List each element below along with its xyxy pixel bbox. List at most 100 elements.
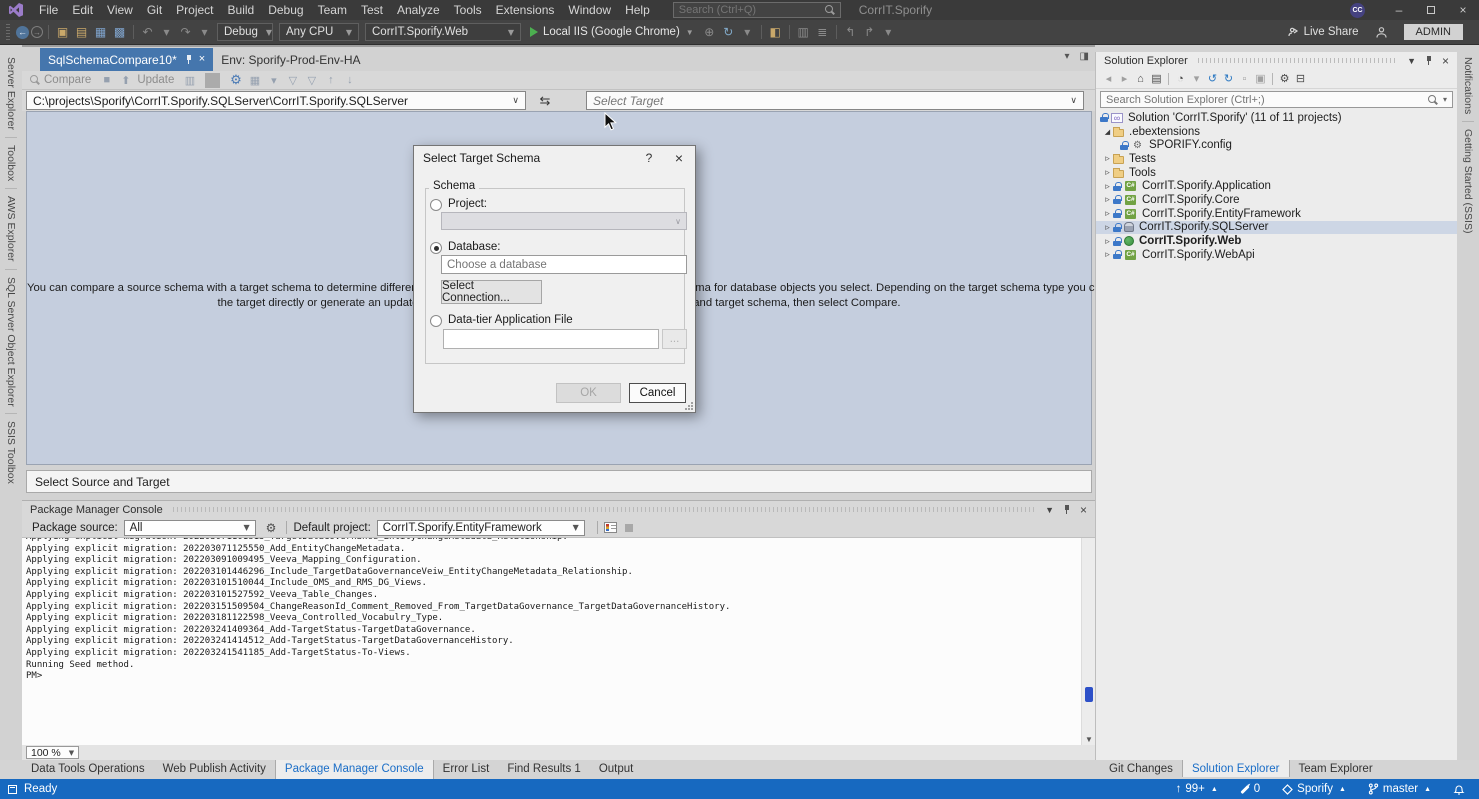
repository-picker[interactable]: Sporify ▲	[1282, 783, 1346, 795]
branch-picker[interactable]: master ▲	[1368, 783, 1431, 795]
help-button[interactable]: ?	[635, 151, 663, 165]
panel-drag-texture[interactable]	[173, 507, 1035, 512]
menu-item[interactable]: File	[32, 1, 65, 19]
run-dropdown-arrow[interactable]: ▼	[686, 28, 694, 37]
dialog-title-bar[interactable]: Select Target Schema ? ×	[414, 146, 695, 170]
tree-row[interactable]: .ebextensions	[1096, 125, 1457, 139]
console-scrollbar[interactable]: ▼	[1081, 538, 1095, 745]
auto-hide-pin-icon[interactable]	[1063, 504, 1071, 515]
collapse-all-icon[interactable]: ⊟	[1293, 71, 1308, 86]
clear-console-icon[interactable]	[604, 522, 617, 533]
sep1[interactable]	[48, 25, 49, 39]
group-results-icon[interactable]: ▦	[247, 73, 262, 88]
swap-source-target-icon[interactable]: ⇆	[526, 93, 564, 109]
menu-item[interactable]: Help	[618, 1, 657, 19]
project-radio[interactable]	[430, 199, 442, 211]
panel-tab[interactable]: Error List	[434, 760, 499, 779]
expander-icon[interactable]	[1102, 249, 1113, 260]
console-output[interactable]: Applying explicit migration: 20220307110…	[22, 538, 1081, 745]
datatier-radio[interactable]	[430, 315, 442, 327]
window-position-icon[interactable]: ▼	[1045, 505, 1054, 515]
expander-icon[interactable]	[1102, 194, 1113, 205]
tree-row[interactable]: CorrIT.Sporify.Web	[1096, 234, 1457, 248]
default-project-dropdown[interactable]: CorrIT.Sporify.EntityFramework▼	[377, 520, 585, 536]
tree-row[interactable]: Solution 'CorrIT.Sporify' (11 of 11 proj…	[1096, 111, 1457, 125]
tree-row[interactable]: CorrIT.Sporify.EntityFramework	[1096, 207, 1457, 221]
database-radio[interactable]	[430, 242, 442, 254]
refresh-icon[interactable]: ↻	[720, 24, 737, 41]
show-all-files-icon[interactable]: ▣	[1253, 71, 1268, 86]
expander-icon[interactable]	[1102, 222, 1113, 233]
package-source-settings-icon[interactable]: ⚙	[266, 521, 277, 535]
update-button[interactable]: Update	[137, 74, 174, 86]
target-schema-dropdown[interactable]: Select Target∨	[586, 91, 1084, 110]
sep3[interactable]	[761, 25, 762, 39]
menu-item[interactable]: Build	[221, 1, 262, 19]
toolbar-drag-handle[interactable]	[6, 24, 10, 40]
platform-dropdown[interactable]: Any CPU▼	[279, 23, 359, 41]
compare-button[interactable]: Compare	[44, 74, 91, 86]
panel-tab[interactable]: Solution Explorer	[1182, 760, 1290, 777]
redo-arrow[interactable]: ▾	[196, 24, 213, 41]
tool-window-tab[interactable]: SQL Server Object Explorer	[5, 269, 17, 414]
stop-command-icon[interactable]	[625, 524, 633, 532]
navigate-backward-icon[interactable]: ←	[16, 26, 29, 39]
startup-project-dropdown[interactable]: CorrIT.Sporify.Web▼	[365, 23, 521, 41]
expander-icon[interactable]	[1102, 153, 1113, 164]
navigate-forward-icon[interactable]: →	[31, 26, 43, 38]
pin-tab-icon[interactable]	[185, 54, 193, 65]
menu-item[interactable]: Team	[311, 1, 354, 19]
scroll-down-icon[interactable]: ▼	[1082, 735, 1096, 744]
solution-search-input[interactable]	[1106, 94, 1423, 106]
save-all-icon[interactable]: ▩	[111, 24, 128, 41]
prev-diff-icon[interactable]: ↑	[323, 73, 338, 88]
next-diff-icon[interactable]: ↓	[342, 73, 357, 88]
panel-tab[interactable]: Find Results 1	[498, 760, 590, 779]
forward-icon[interactable]: ▸	[1117, 71, 1132, 86]
menu-item[interactable]: View	[100, 1, 140, 19]
sep1[interactable]	[1168, 73, 1169, 85]
menu-item[interactable]: Analyze	[390, 1, 447, 19]
tree-row[interactable]: Tests	[1096, 152, 1457, 166]
tool-window-tab[interactable]: Toolbox	[5, 137, 17, 188]
panel-tab[interactable]: Git Changes	[1100, 760, 1182, 777]
refresh-arrow[interactable]: ▾	[739, 24, 756, 41]
filter-clear-icon[interactable]: ▽	[304, 73, 319, 88]
configuration-dropdown[interactable]: Debug▼	[217, 23, 273, 41]
menu-item[interactable]: Test	[354, 1, 390, 19]
options-gear-icon[interactable]: ⚙	[228, 73, 243, 88]
auto-hide-pin-icon[interactable]	[1425, 55, 1433, 66]
close-panel-icon[interactable]: ×	[1080, 503, 1087, 517]
bookmark-prev-icon[interactable]: ↰	[842, 24, 859, 41]
sep5[interactable]	[836, 25, 837, 39]
project-radio-label[interactable]: Project:	[448, 198, 487, 210]
menu-item[interactable]: Extensions	[489, 1, 562, 19]
database-radio-label[interactable]: Database:	[448, 241, 500, 253]
menu-item[interactable]: Git	[140, 1, 169, 19]
undo-arrow[interactable]: ▾	[158, 24, 175, 41]
package-source-dropdown[interactable]: All▼	[124, 520, 256, 536]
properties-icon[interactable]: ⚙	[1277, 71, 1292, 86]
notifications-bell-icon[interactable]	[1453, 783, 1465, 796]
panel-drag-texture[interactable]	[1198, 58, 1397, 63]
expander-icon[interactable]	[1102, 208, 1113, 219]
document-tab[interactable]: Env: Sporify-Prod-Env-HA ×	[213, 48, 368, 71]
panel-tab[interactable]: Team Explorer	[1290, 760, 1382, 777]
menu-item[interactable]: Project	[169, 1, 220, 19]
panel-tab[interactable]: Data Tools Operations	[22, 760, 154, 779]
search-options-arrow[interactable]: ▾	[1443, 95, 1447, 104]
float-window-icon[interactable]: ◨	[1080, 51, 1089, 62]
tool-window-tab[interactable]: Server Explorer	[5, 50, 17, 137]
panel-header[interactable]: Package Manager Console ▼ ×	[22, 501, 1095, 518]
attach-icon[interactable]: ⊕	[701, 24, 718, 41]
line-indent-icon[interactable]: ≣	[814, 24, 831, 41]
filter-icon[interactable]: ▽	[285, 73, 300, 88]
back-icon[interactable]: ◂	[1101, 71, 1116, 86]
tree-row[interactable]: CorrIT.Sporify.Core	[1096, 193, 1457, 207]
tool-window-tab[interactable]: Notifications	[1462, 50, 1474, 121]
expander-icon[interactable]	[1102, 167, 1113, 178]
pending-changes-filter-icon[interactable]: ◔	[1173, 71, 1188, 86]
close-panel-icon[interactable]: ×	[1442, 54, 1449, 68]
menu-item[interactable]: Tools	[447, 1, 489, 19]
admin-button[interactable]: ADMIN	[1404, 24, 1463, 40]
